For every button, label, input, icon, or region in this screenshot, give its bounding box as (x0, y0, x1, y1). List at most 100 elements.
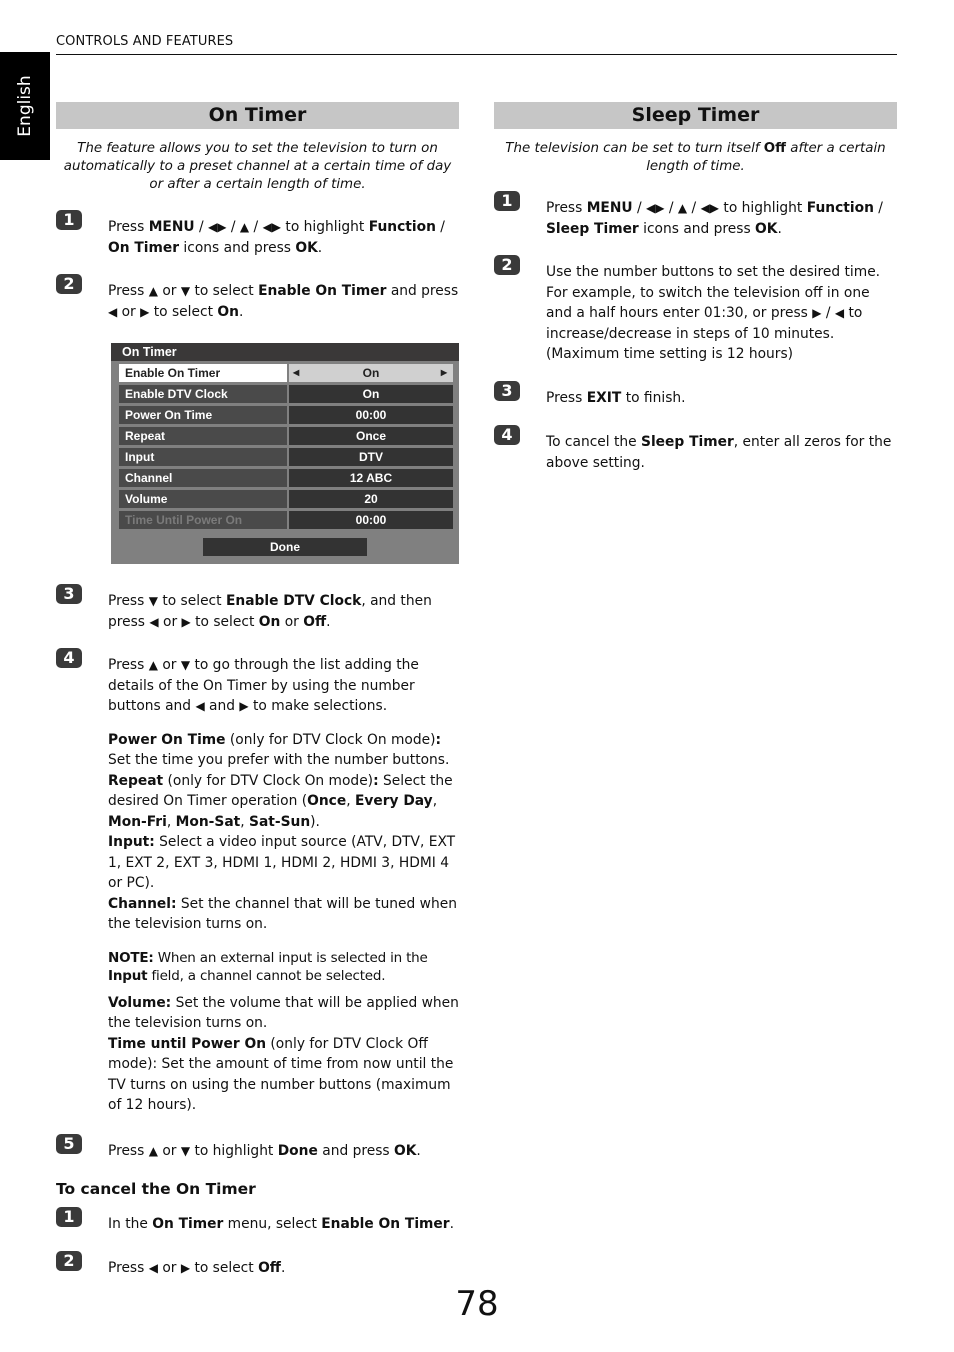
text: and press (317, 1142, 394, 1159)
term-function: Function (806, 200, 874, 216)
on-timer-osd-menu: On Timer Enable On Timer ◀ On ▶ Enable D… (111, 343, 459, 564)
on-timer-section: On Timer The feature allows you to set t… (56, 102, 459, 1278)
detail-power-on-time-repeat-input-channel: Power On Time (only for DTV Clock On mod… (56, 730, 459, 935)
cancel-step-1: 1 In the On Timer menu, select Enable On… (56, 1207, 459, 1235)
text: (only for DTV Clock On mode) (163, 772, 374, 789)
osd-row-value[interactable]: ◀ On ▶ (289, 364, 453, 382)
text: (only for DTV Clock On mode) (225, 731, 436, 748)
osd-row-repeat[interactable]: Repeat Once (119, 427, 453, 445)
step-number-badge: 4 (494, 425, 520, 445)
text: The television can be set to turn itself (505, 141, 764, 156)
osd-value-text: On (362, 366, 380, 380)
text: . (416, 1142, 421, 1159)
key-exit: EXIT (586, 389, 622, 406)
term-input: Input (108, 967, 148, 984)
left-arrow-icon: ◀ (195, 699, 205, 713)
text: Select a video input source (ATV, DTV, E… (108, 834, 456, 891)
text: Press (546, 200, 587, 216)
term-enable-dtv-clock: Enable DTV Clock (225, 593, 362, 609)
text: or (157, 657, 181, 673)
step-number-badge: 1 (494, 191, 520, 211)
left-arrow-icon[interactable]: ◀ (293, 364, 299, 382)
text: or (157, 283, 181, 299)
term-function: Function (368, 219, 436, 235)
text: or (158, 613, 182, 630)
text: to select (149, 303, 218, 320)
on-timer-step-4: 4 Press ▲ or ▼ to go through the list ad… (56, 648, 459, 717)
term-sleep-timer: Sleep Timer (641, 434, 734, 450)
text: and (204, 698, 240, 714)
text: Press (108, 1259, 149, 1276)
osd-row-value[interactable]: 12 ABC (289, 469, 453, 487)
text: Press (108, 657, 149, 673)
left-right-arrow-icon: ◀▶ (262, 220, 282, 234)
osd-row-value[interactable]: On (289, 385, 453, 403)
right-arrow-icon: ▶ (181, 614, 191, 629)
text: When an external input is selected in th… (153, 949, 428, 966)
term-enable-on-timer: Enable On Timer (321, 1216, 450, 1232)
text: to select (157, 593, 226, 609)
down-arrow-icon: ▼ (180, 284, 191, 298)
osd-row-label: Channel (119, 469, 289, 487)
osd-row-input[interactable]: Input DTV (119, 448, 453, 466)
osd-row-value: 00:00 (289, 511, 453, 529)
on-timer-step-3: 3 Press ▼ to select Enable DTV Clock, an… (56, 584, 459, 632)
on-timer-step-2: 2 Press ▲ or ▼ to select Enable On Timer… (56, 274, 459, 322)
left-right-arrow-icon: ◀▶ (208, 220, 227, 234)
text: , (240, 813, 250, 830)
text: , (166, 813, 176, 830)
header-rule (56, 54, 897, 55)
term-time-until-power-on: Time until Power On (108, 1035, 267, 1052)
text: . (777, 220, 782, 237)
osd-row-value[interactable]: Once (289, 427, 453, 445)
term-channel: Channel: (108, 895, 177, 912)
up-arrow-icon: ▲ (148, 1143, 158, 1158)
term-sleep-timer: Sleep Timer (546, 220, 639, 237)
right-arrow-icon: ▶ (140, 304, 150, 319)
text: . (238, 303, 244, 320)
term-repeat: Repeat (108, 772, 164, 789)
term-off: Off (303, 613, 327, 630)
osd-row-value[interactable]: DTV (289, 448, 453, 466)
term-on: On (258, 613, 281, 630)
step-number-badge: 2 (56, 1250, 82, 1271)
text: / (664, 200, 678, 216)
text: / (873, 200, 883, 216)
text: and press (386, 283, 459, 299)
step-number-badge: 1 (56, 210, 82, 230)
text: Press (108, 593, 149, 609)
text: or (157, 1259, 181, 1276)
osd-row-volume[interactable]: Volume 20 (119, 490, 453, 508)
text: In the (108, 1216, 153, 1232)
text: to highlight (190, 1142, 278, 1159)
term-on-timer: On Timer (108, 239, 180, 256)
text: field, a channel cannot be selected. (147, 967, 386, 984)
text: to highlight (719, 200, 807, 216)
language-label: English (15, 75, 35, 137)
sleep-timer-step-2: 2 Use the number buttons to set the desi… (494, 255, 897, 365)
term-done: Done (277, 1142, 318, 1159)
osd-row-enable-on-timer[interactable]: Enable On Timer ◀ On ▶ (119, 364, 453, 382)
step-number-badge: 3 (494, 380, 520, 401)
down-arrow-icon: ▼ (148, 594, 158, 608)
left-arrow-icon: ◀ (108, 304, 118, 319)
right-arrow-icon[interactable]: ▶ (441, 364, 447, 382)
left-arrow-icon: ◀ (149, 614, 159, 629)
osd-row-power-on-time[interactable]: Power On Time 00:00 (119, 406, 453, 424)
cancel-step-2: 2 Press ◀ or ▶ to select Off. (56, 1250, 459, 1279)
osd-row-value[interactable]: 20 (289, 490, 453, 508)
osd-row-value[interactable]: 00:00 (289, 406, 453, 424)
text: . (280, 1259, 286, 1276)
option-sat-sun: Sat-Sun (249, 813, 311, 830)
term-off: Off (763, 141, 787, 156)
osd-row-label: Volume (119, 490, 289, 508)
term-off: Off (258, 1259, 281, 1276)
text: or (157, 1142, 181, 1159)
osd-row-channel[interactable]: Channel 12 ABC (119, 469, 453, 487)
done-button[interactable]: Done (203, 538, 367, 556)
text: menu, select (223, 1216, 322, 1232)
term-on-timer: On Timer (152, 1216, 224, 1232)
text: ). (310, 813, 320, 830)
sleep-timer-intro: The television can be set to turn itself… (494, 140, 897, 176)
osd-row-enable-dtv-clock[interactable]: Enable DTV Clock On (119, 385, 453, 403)
